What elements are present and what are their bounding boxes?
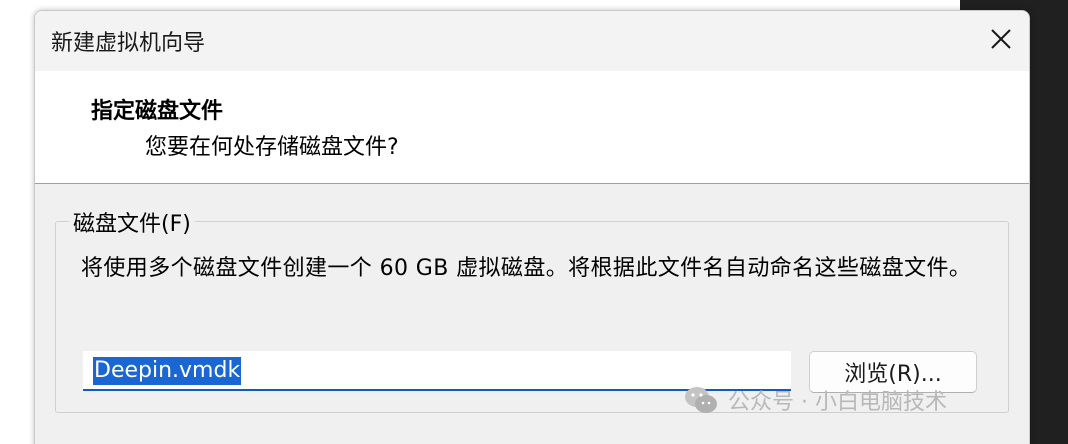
close-button[interactable] [973, 11, 1029, 67]
groupbox-label: 磁盘文件(F) [69, 206, 195, 238]
disk-file-description: 将使用多个磁盘文件创建一个 60 GB 虚拟磁盘。将根据此文件名自动命名这些磁盘… [81, 256, 972, 281]
filename-selected-text: Deepin.vmdk [93, 357, 242, 385]
watermark: 公众号 · 小白电脑技术 [684, 384, 947, 416]
wechat-icon [685, 387, 717, 413]
new-vm-wizard-dialog: 新建虚拟机向导 指定磁盘文件 您要在何处存储磁盘文件? 磁盘文件(F) 将使用多… [34, 10, 1030, 444]
watermark-text: 公众号 · 小白电脑技术 [728, 390, 947, 415]
wizard-header: 指定磁盘文件 您要在何处存储磁盘文件? [35, 71, 1029, 184]
page-subtitle: 您要在何处存储磁盘文件? [145, 135, 399, 160]
window-title: 新建虚拟机向导 [51, 31, 206, 56]
close-icon [991, 29, 1011, 49]
page-title: 指定磁盘文件 [91, 99, 224, 124]
title-bar: 新建虚拟机向导 [35, 11, 1029, 71]
